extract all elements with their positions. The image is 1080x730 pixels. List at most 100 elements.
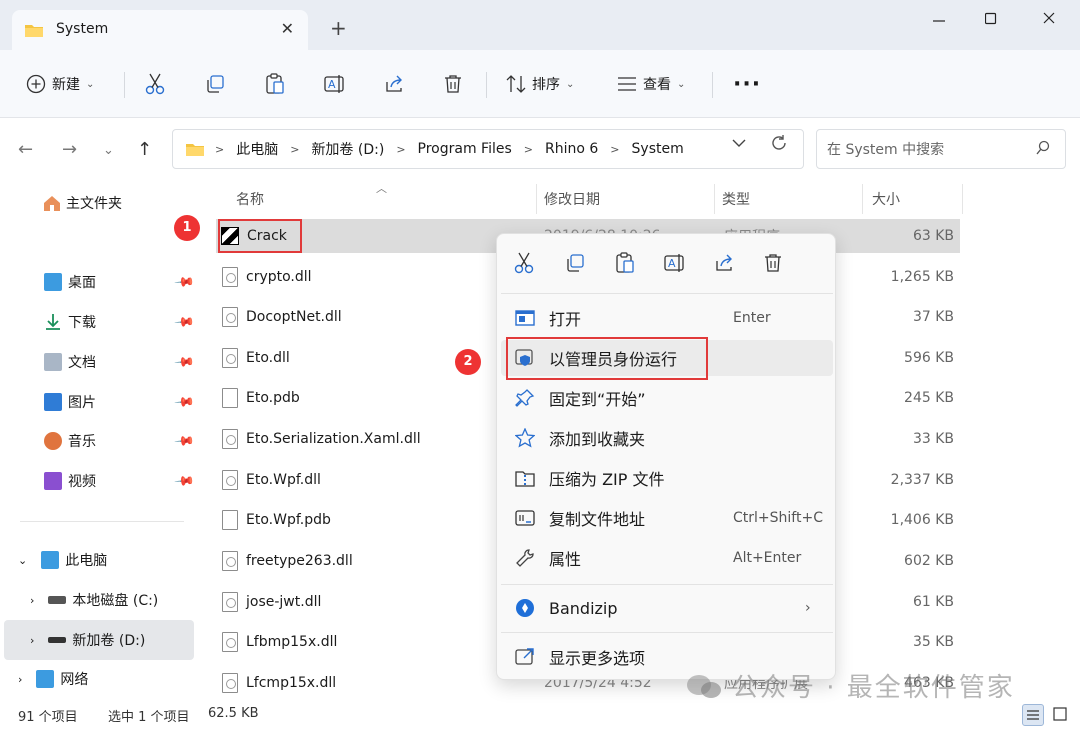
tiles-view-button[interactable] bbox=[1050, 704, 1072, 726]
sidebar-item-drive-d[interactable]: › 新加卷 (D:) bbox=[4, 620, 194, 660]
new-button[interactable]: 新建 ⌄ bbox=[26, 50, 94, 118]
breadcrumb-this-pc[interactable]: 此电脑 bbox=[236, 139, 278, 159]
copy-path-icon bbox=[515, 508, 535, 528]
tab-close-icon[interactable]: ✕ bbox=[281, 19, 294, 38]
pin-icon[interactable]: 📌 bbox=[173, 430, 195, 452]
menu-item-compress-zip[interactable]: 压缩为 ZIP 文件 bbox=[501, 460, 833, 496]
sort-button[interactable]: 排序 ⌄ bbox=[506, 50, 574, 118]
address-bar[interactable]: > 此电脑 > 新加卷 (D:) > Program Files > Rhino… bbox=[172, 129, 804, 169]
document-icon bbox=[44, 353, 62, 371]
breadcrumb-program-files[interactable]: Program Files bbox=[418, 141, 512, 157]
column-header-name[interactable]: 名称 bbox=[236, 180, 264, 218]
column-header-date[interactable]: 修改日期 bbox=[544, 180, 600, 218]
breadcrumb-system[interactable]: System bbox=[632, 141, 684, 157]
menu-item-label: 固定到“开始” bbox=[549, 390, 646, 409]
menu-item-pin-start[interactable]: 固定到“开始” bbox=[501, 380, 833, 416]
share-button[interactable] bbox=[384, 50, 404, 118]
refresh-icon[interactable] bbox=[770, 133, 788, 157]
menu-item-bandizip[interactable]: Bandizip › bbox=[501, 590, 833, 626]
menu-item-label: Bandizip bbox=[549, 598, 618, 618]
details-view-button[interactable] bbox=[1022, 704, 1044, 726]
pin-icon[interactable]: 📌 bbox=[173, 470, 195, 492]
back-arrow-icon[interactable]: ← bbox=[18, 139, 33, 160]
column-header-type[interactable]: 类型 bbox=[722, 180, 750, 218]
menu-item-label: 添加到收藏夹 bbox=[549, 430, 646, 449]
sidebar-item-drive-c[interactable]: › 本地磁盘 (C:) bbox=[0, 580, 200, 620]
drive-icon bbox=[48, 596, 67, 604]
highlight-box-crack bbox=[218, 219, 302, 253]
tab-title: System bbox=[56, 21, 109, 37]
chevron-right-icon[interactable]: › bbox=[30, 634, 34, 647]
breadcrumb-rhino[interactable]: Rhino 6 bbox=[545, 141, 598, 157]
maximize-button[interactable] bbox=[968, 6, 1014, 34]
forward-arrow-icon[interactable]: → bbox=[62, 139, 77, 160]
file-size: 1,265 KB bbox=[890, 269, 954, 285]
search-icon bbox=[1035, 140, 1051, 160]
new-tab-button[interactable]: + bbox=[330, 18, 347, 38]
pin-icon[interactable]: 📌 bbox=[173, 271, 195, 293]
context-menu-quick-actions: A bbox=[497, 248, 837, 288]
copy-icon[interactable] bbox=[560, 248, 590, 278]
cut-button[interactable] bbox=[145, 50, 165, 118]
sidebar-item-home[interactable]: 主文件夹 bbox=[42, 183, 192, 223]
sidebar-item-pictures[interactable]: 图片 📌 bbox=[0, 382, 200, 422]
search-placeholder: 在 System 中搜索 bbox=[827, 142, 945, 158]
sidebar-item-documents[interactable]: 文档 📌 bbox=[0, 342, 200, 382]
menu-item-add-favorites[interactable]: 添加到收藏夹 bbox=[501, 420, 833, 456]
close-button[interactable] bbox=[1026, 6, 1072, 34]
sidebar-item-desktop[interactable]: 桌面 📌 bbox=[0, 262, 200, 302]
menu-item-properties[interactable]: 属性 Alt+Enter bbox=[501, 540, 833, 576]
address-dropdown-icon[interactable] bbox=[732, 137, 746, 151]
up-arrow-icon[interactable]: ↑ bbox=[137, 139, 152, 160]
more-options-button[interactable]: ··· bbox=[733, 50, 761, 118]
paste-icon[interactable] bbox=[610, 248, 640, 278]
copy-button[interactable] bbox=[205, 50, 225, 118]
delete-button[interactable] bbox=[444, 50, 462, 118]
column-divider[interactable] bbox=[862, 184, 863, 214]
column-divider[interactable] bbox=[714, 184, 715, 214]
breadcrumb-drive-d[interactable]: 新加卷 (D:) bbox=[311, 139, 384, 159]
recent-chevron-icon[interactable]: ⌄ bbox=[103, 143, 114, 158]
file-size: 37 KB bbox=[912, 309, 954, 325]
sidebar-item-videos[interactable]: 视频 📌 bbox=[0, 461, 200, 501]
menu-item-label: 复制文件地址 bbox=[549, 510, 646, 529]
chevron-down-icon[interactable]: ⌄ bbox=[18, 554, 27, 567]
wechat-icon bbox=[687, 674, 721, 698]
tab-system[interactable]: System ✕ bbox=[12, 10, 308, 50]
file-size: 63 KB bbox=[912, 228, 954, 244]
sidebar-item-this-pc[interactable]: ⌄ 此电脑 bbox=[0, 540, 200, 580]
column-divider[interactable] bbox=[536, 184, 537, 214]
rename-button[interactable]: A bbox=[324, 50, 346, 118]
breadcrumb-separator: > bbox=[523, 142, 533, 156]
sidebar-item-downloads[interactable]: 下载 📌 bbox=[0, 302, 200, 342]
video-icon bbox=[44, 472, 62, 490]
column-header-size[interactable]: 大小 bbox=[872, 180, 900, 218]
toolbar-divider bbox=[124, 72, 125, 98]
file-icon bbox=[222, 510, 238, 530]
title-bar: System ✕ + bbox=[0, 0, 1080, 50]
menu-separator bbox=[501, 293, 833, 294]
minimize-button[interactable] bbox=[916, 6, 962, 34]
sidebar-item-label: 桌面 bbox=[68, 275, 96, 291]
share-icon[interactable] bbox=[709, 248, 739, 278]
menu-item-open[interactable]: 打开 Enter bbox=[501, 300, 833, 336]
pin-icon[interactable]: 📌 bbox=[173, 311, 195, 333]
file-size: 35 KB bbox=[912, 634, 954, 650]
menu-item-copy-path[interactable]: 复制文件地址 Ctrl+Shift+C bbox=[501, 500, 833, 536]
dll-file-icon bbox=[222, 592, 238, 612]
chevron-right-icon[interactable]: › bbox=[30, 594, 34, 607]
sidebar-item-music[interactable]: 音乐 📌 bbox=[0, 421, 200, 461]
cut-icon[interactable] bbox=[509, 248, 539, 278]
paste-button[interactable] bbox=[265, 50, 285, 118]
pin-icon[interactable]: 📌 bbox=[173, 391, 195, 413]
search-input[interactable]: 在 System 中搜索 bbox=[816, 129, 1066, 169]
view-button[interactable]: 查看 ⌄ bbox=[617, 50, 685, 118]
sidebar-item-network[interactable]: › 网络 bbox=[0, 659, 200, 699]
pin-icon[interactable]: 📌 bbox=[173, 351, 195, 373]
trash-icon[interactable] bbox=[758, 248, 788, 278]
rename-icon[interactable]: A bbox=[660, 248, 690, 278]
column-divider[interactable] bbox=[962, 184, 963, 214]
chevron-right-icon[interactable]: › bbox=[18, 673, 22, 686]
menu-separator bbox=[501, 584, 833, 585]
toolbar-divider bbox=[486, 72, 487, 98]
